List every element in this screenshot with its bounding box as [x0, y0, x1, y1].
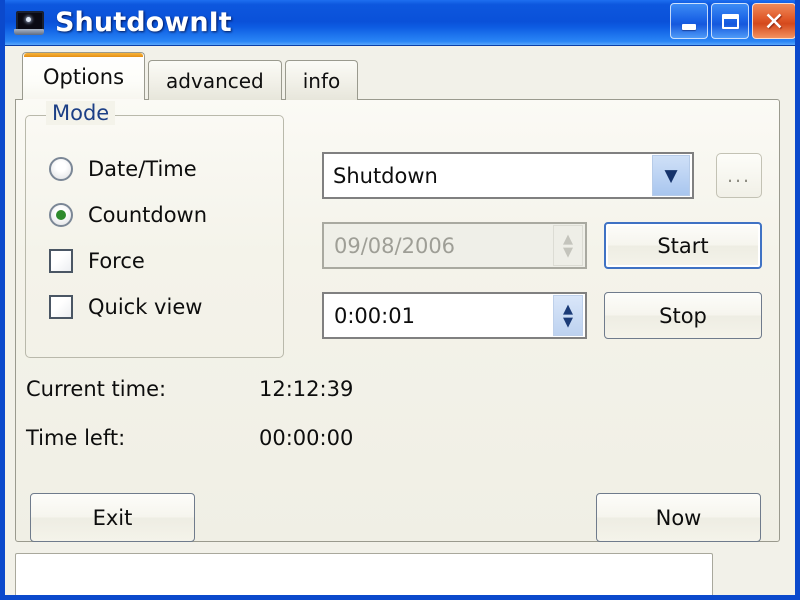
radio-date-time-icon — [49, 157, 73, 181]
mode-groupbox-legend: Mode — [46, 101, 116, 125]
tab-page-options: Mode Date/Time Countdown Force Quick vie… — [15, 99, 780, 542]
current-time-label: Current time: — [26, 377, 167, 401]
radio-date-time-label: Date/Time — [88, 157, 197, 181]
date-input[interactable]: 09/08/2006 ▲ ▼ — [322, 222, 587, 269]
time-left-label: Time left: — [26, 426, 126, 450]
action-combobox[interactable]: Shutdown ▼ — [322, 152, 694, 199]
date-spinner[interactable]: ▲ ▼ — [553, 225, 583, 266]
spinner-up-icon[interactable]: ▲ — [563, 233, 573, 246]
checkbox-quick-view-icon — [49, 295, 73, 319]
mode-groupbox: Mode Date/Time Countdown Force Quick vie… — [25, 101, 284, 358]
now-button[interactable]: Now — [596, 493, 761, 542]
stop-button[interactable]: Stop — [604, 292, 762, 339]
browse-button[interactable]: ... — [716, 153, 762, 198]
laptop-icon — [14, 10, 44, 36]
caption-button-group: ✕ — [670, 3, 795, 39]
log-panel[interactable] — [15, 553, 713, 595]
radio-countdown-icon — [49, 203, 73, 227]
title-bar-left: ShutdownIt — [14, 4, 232, 42]
checkbox-force[interactable]: Force — [49, 246, 145, 276]
chevron-down-icon[interactable]: ▼ — [652, 155, 690, 196]
window-title: ShutdownIt — [55, 7, 232, 38]
title-bar[interactable]: ShutdownIt ✕ — [5, 0, 795, 46]
time-left-value: 00:00:00 — [259, 426, 354, 450]
checkbox-quick-view[interactable]: Quick view — [49, 292, 202, 322]
checkbox-quick-view-label: Quick view — [88, 295, 203, 319]
radio-date-time[interactable]: Date/Time — [49, 154, 197, 184]
tab-options[interactable]: Options — [22, 52, 146, 101]
minimize-button[interactable] — [670, 3, 708, 39]
maximize-icon — [721, 13, 739, 29]
minimize-icon — [682, 24, 696, 30]
maximize-button[interactable] — [711, 3, 749, 39]
tab-info-label: info — [302, 68, 341, 93]
start-button[interactable]: Start — [604, 222, 762, 269]
checkbox-force-label: Force — [88, 249, 145, 273]
tab-options-label: Options — [43, 64, 125, 89]
close-button[interactable]: ✕ — [752, 3, 795, 39]
tab-advanced-label: advanced — [166, 68, 264, 93]
checkbox-force-icon — [49, 249, 73, 273]
spinner-down-icon[interactable]: ▼ — [563, 246, 573, 259]
date-input-value: 09/08/2006 — [334, 233, 456, 258]
exit-button[interactable]: Exit — [30, 493, 195, 542]
spinner-up-icon[interactable]: ▲ — [563, 303, 573, 316]
countdown-input-value: 0:00:01 — [334, 303, 415, 328]
radio-countdown[interactable]: Countdown — [49, 200, 207, 230]
countdown-spinner[interactable]: ▲ ▼ — [553, 295, 583, 336]
action-combobox-value: Shutdown — [333, 163, 438, 188]
spinner-down-icon[interactable]: ▼ — [563, 316, 573, 329]
current-time-value: 12:12:39 — [259, 377, 354, 401]
countdown-input[interactable]: 0:00:01 ▲ ▼ — [322, 292, 587, 339]
tab-info[interactable]: info — [284, 60, 359, 100]
tab-strip: Options advanced info — [22, 52, 361, 101]
application-window: ShutdownIt ✕ Options advanced info Mode … — [0, 0, 800, 600]
close-icon: ✕ — [763, 6, 785, 36]
radio-countdown-label: Countdown — [88, 203, 208, 227]
tab-advanced[interactable]: advanced — [148, 60, 282, 100]
